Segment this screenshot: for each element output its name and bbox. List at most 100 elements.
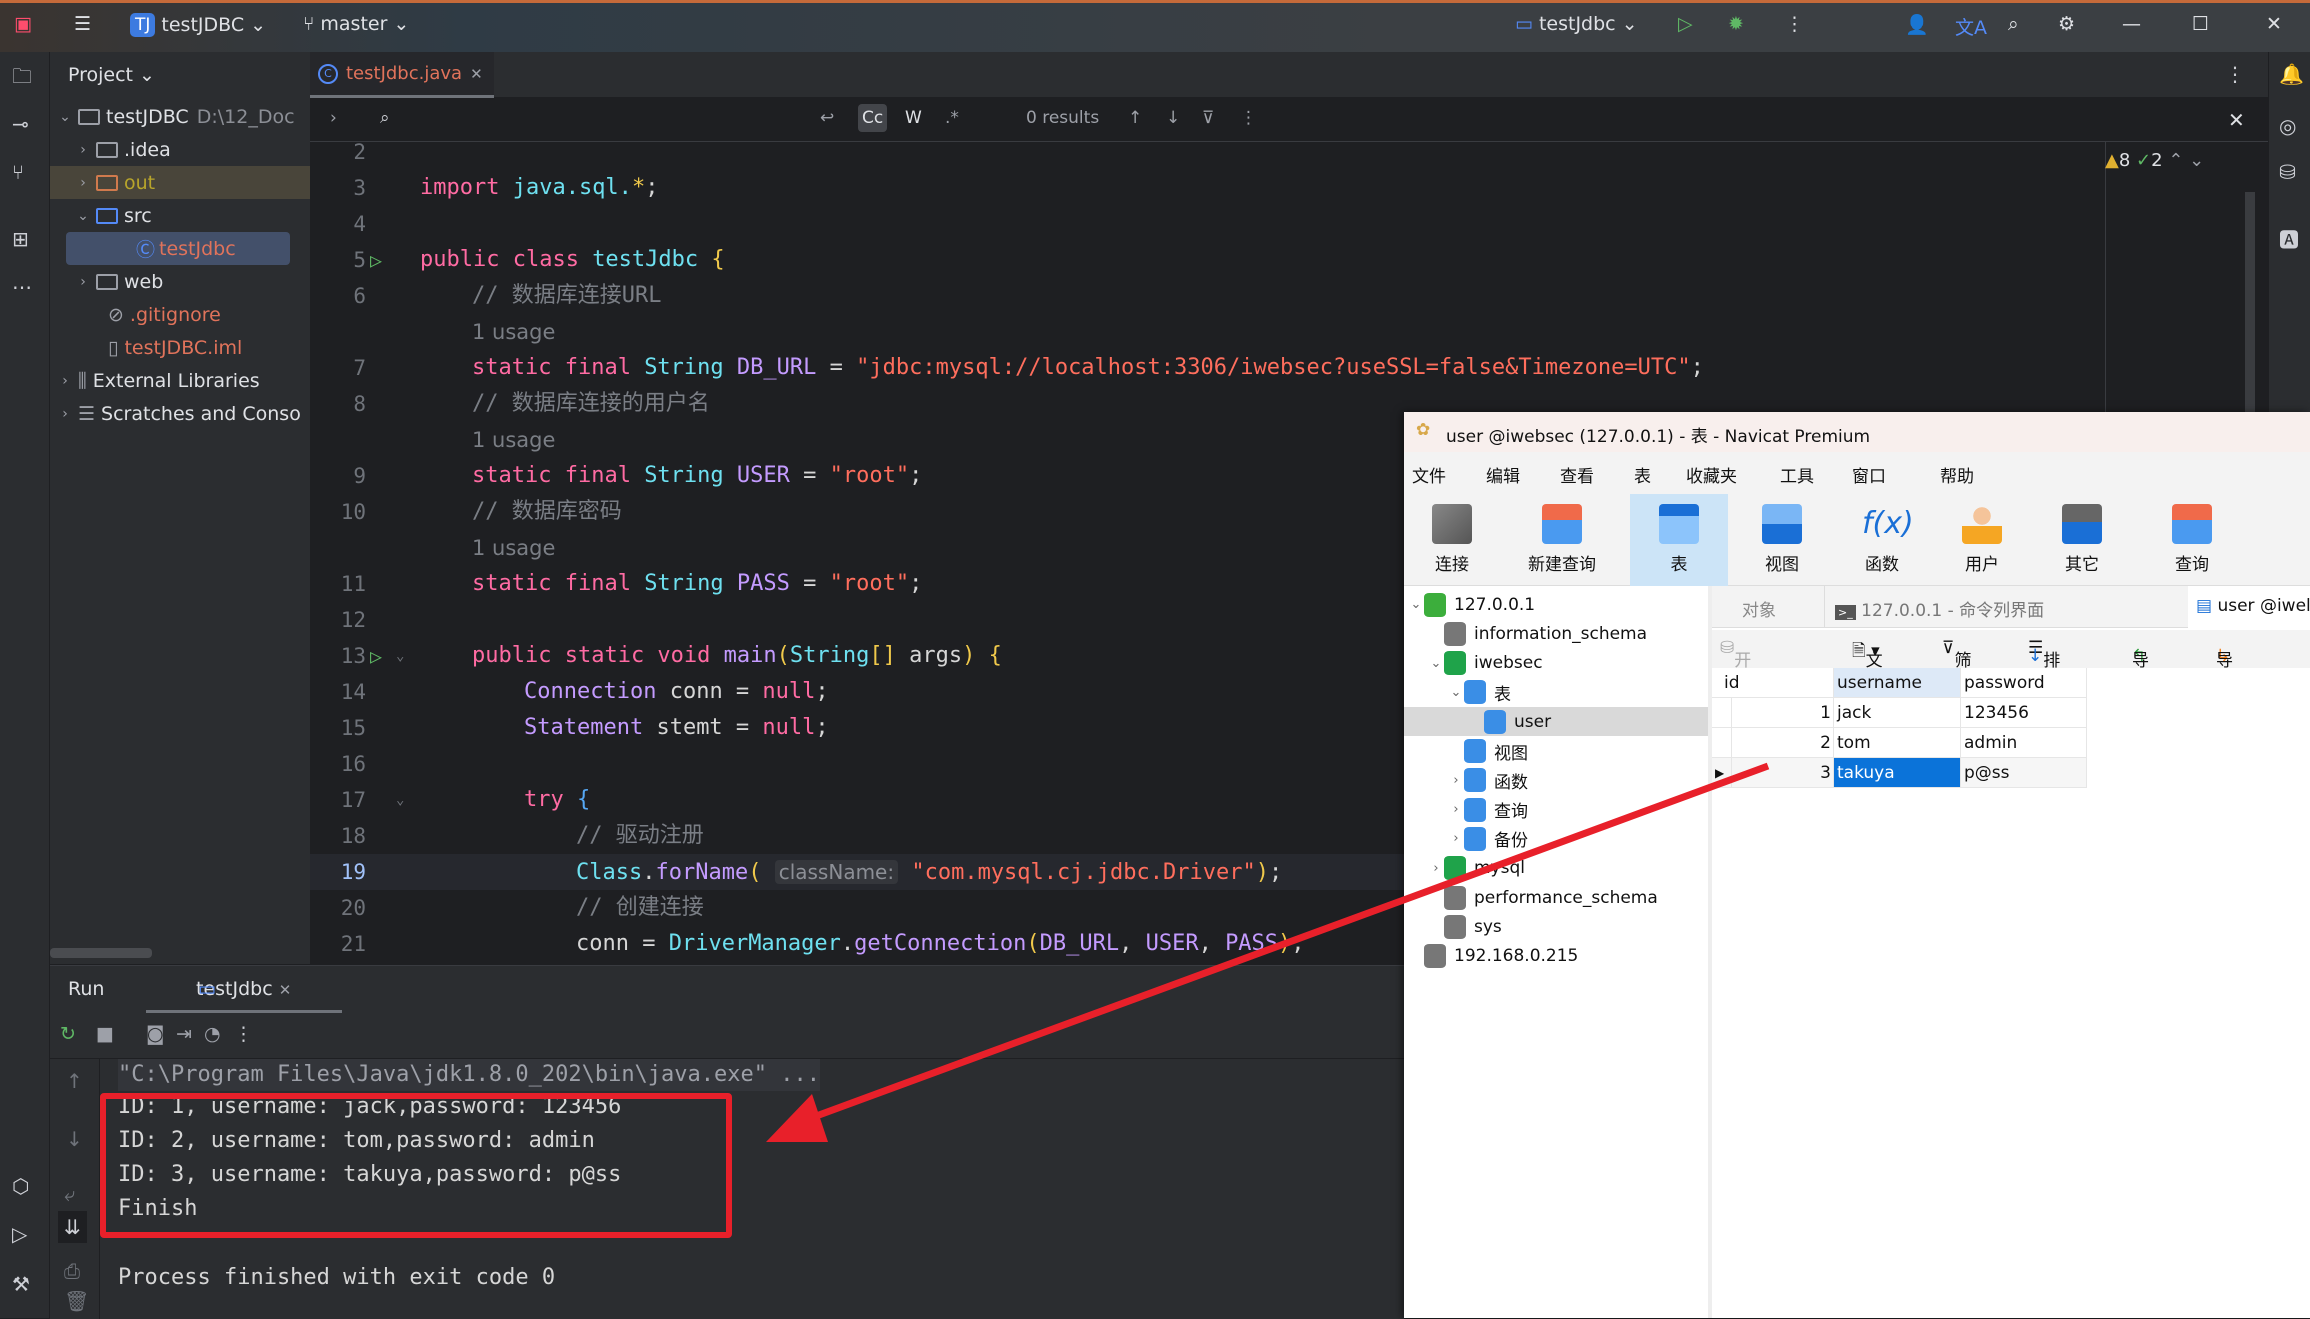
database-icon[interactable]: ⛁ (2279, 160, 2296, 184)
filter-button[interactable]: ⊽筛选 (1942, 638, 1971, 696)
table-row[interactable]: 1 jack 123456 (1712, 698, 2087, 728)
tree-item-iml[interactable]: ▯ testJDBC.iml (50, 331, 310, 364)
match-case-toggle[interactable]: Cc (858, 104, 888, 132)
run-config-selector[interactable]: ▭ testJdbc ⌄ (1515, 13, 1638, 35)
whole-word-toggle[interactable]: W (905, 108, 922, 128)
tree-item-web[interactable]: › web (50, 265, 310, 298)
run-gutter-icon[interactable]: ▷ (370, 638, 382, 674)
translate-icon[interactable]: 文A (1955, 13, 1987, 40)
camera-icon[interactable]: ◙ (146, 1023, 164, 1045)
exit-icon[interactable]: ⇥ (176, 1023, 192, 1045)
tree-item[interactable]: 视图 (1404, 737, 1708, 766)
tab-command-line[interactable]: >_ 127.0.0.1 - 命令列界面 (1824, 586, 2184, 628)
cell-username[interactable]: tom (1834, 728, 1961, 758)
query-button[interactable]: 查询 (2144, 494, 2240, 586)
text-button[interactable]: 🗎文本 ▾ (1852, 638, 1883, 696)
more-icon[interactable]: ⋮ (234, 1023, 253, 1045)
cell-username[interactable]: takuya (1834, 758, 1961, 788)
stop-icon[interactable]: ■ (96, 1023, 114, 1045)
chevron-icon[interactable]: ⌄ (1448, 685, 1464, 700)
run-gutter-icon[interactable]: ▷ (370, 242, 382, 278)
code-line[interactable]: 2 (310, 142, 2268, 170)
more-icon[interactable]: ⋮ (1785, 13, 1804, 35)
chevron-icon[interactable]: › (1448, 831, 1464, 846)
close-tab-icon[interactable]: ✕ (279, 981, 292, 999)
chevron-icon[interactable]: › (1448, 773, 1464, 788)
cell-password[interactable]: 123456 (1961, 698, 2087, 728)
tree-item[interactable]: › 查询 (1404, 795, 1708, 824)
code-line[interactable]: 5 ▷ public class testJdbc { (310, 242, 2268, 278)
code-line[interactable]: 7 static final String DB_URL = "jdbc:mysq… (310, 350, 2268, 386)
multiline-icon[interactable]: ↩ (820, 108, 834, 128)
code-line[interactable]: 4 (310, 206, 2268, 242)
tree-item[interactable]: ⌄ iwebsec (1404, 649, 1708, 678)
row-indicator[interactable] (1712, 728, 1732, 758)
current-row-arrow-icon[interactable]: ▶ (1712, 758, 1732, 788)
begin-transaction-button[interactable]: ⛁ 开始事务 (1720, 638, 1751, 746)
tree-item[interactable]: › mysql (1404, 854, 1708, 883)
print-icon[interactable]: ⎙ (64, 1259, 80, 1283)
run-tool-icon[interactable]: ▷ (12, 1222, 27, 1246)
next-match-icon[interactable]: ↓ (1166, 108, 1180, 128)
tab-user-table[interactable]: ▤ user @iwel (2188, 586, 2310, 628)
connect-button[interactable]: 连接 (1404, 494, 1500, 586)
chevron-icon[interactable]: ⌄ (1428, 656, 1444, 671)
function-button[interactable]: f(x) 函数 (1834, 494, 1930, 586)
scroll-to-end-icon[interactable]: ⇊ (58, 1211, 87, 1243)
menu-table[interactable]: 表 (1634, 462, 1651, 487)
tree-item[interactable]: sys (1404, 912, 1708, 941)
data-grid[interactable]: id username password 1 jack 123456 2 tom adm… (1712, 668, 2310, 1318)
scroll-up-icon[interactable]: ↑ (66, 1069, 83, 1093)
chevron-icon[interactable]: › (1428, 861, 1444, 876)
table-button[interactable]: 表 (1630, 494, 1728, 586)
tree-item-root[interactable]: ⌄ testJDBC D:\12_Doc (50, 100, 310, 133)
profiler-icon[interactable]: ◔ (204, 1023, 221, 1045)
chevron-icon[interactable]: › (1448, 802, 1464, 817)
tree-item[interactable]: performance_schema (1404, 883, 1708, 912)
services-icon[interactable]: ⬡ (12, 1174, 29, 1198)
maximize-button[interactable]: ☐ (2192, 13, 2209, 35)
commit-icon[interactable]: ⊸ (12, 112, 29, 136)
cell-password[interactable]: p@ss (1961, 758, 2087, 788)
tree-item[interactable]: information_schema (1404, 619, 1708, 648)
previous-match-icon[interactable]: ↑ (1128, 108, 1142, 128)
table-row-selected[interactable]: ▶ 3 takuya p@ss (1712, 758, 2087, 788)
code-line[interactable]: 6 // 数据库连接URL (310, 278, 2268, 314)
main-menu-icon[interactable]: ☰ (74, 13, 91, 35)
chevron-icon[interactable]: ⌄ (1408, 597, 1424, 612)
menu-window[interactable]: 窗口 (1852, 462, 1886, 487)
notifications-bell-icon[interactable]: 🔔 (2279, 62, 2304, 86)
tree-item-testjdbc[interactable]: ⒸtestJdbc (66, 232, 290, 265)
tree-item[interactable]: ⌄ 127.0.0.1 (1404, 590, 1708, 619)
usage-hint[interactable]: 1 usage (310, 314, 2268, 350)
project-switcher[interactable]: TJ testJDBC ⌄ (130, 13, 266, 37)
filter-icon[interactable]: ⊽ (1202, 108, 1214, 128)
pull-request-icon[interactable]: ⑂ (12, 160, 24, 184)
cell-id[interactable]: 3 (1732, 758, 1834, 788)
expand-replace-icon[interactable]: › (330, 108, 337, 128)
column-header-username[interactable]: username (1834, 668, 1961, 698)
scroll-down-icon[interactable]: ↓ (66, 1127, 83, 1151)
tree-item-external-libraries[interactable]: › ⫼ External Libraries (50, 364, 310, 397)
other-button[interactable]: 其它 (2034, 494, 2130, 586)
project-panel-title[interactable]: Project ⌄ (68, 64, 155, 86)
tree-item-out[interactable]: › out (50, 166, 310, 199)
tree-item-scratches[interactable]: › ☰ Scratches and Conso (50, 397, 310, 430)
soft-wrap-icon[interactable]: ⤶ (64, 1182, 75, 1206)
view-button[interactable]: 视图 (1734, 494, 1830, 586)
tab-run-testjdbc[interactable]: testJdbc ✕ (146, 966, 342, 1013)
branch-switcher[interactable]: ⑂ master ⌄ (303, 13, 409, 35)
tree-item[interactable]: user (1404, 707, 1708, 737)
new-query-button[interactable]: 新建查询 (1514, 494, 1610, 586)
trash-icon[interactable]: 🗑 (64, 1289, 89, 1313)
tree-item[interactable]: › 备份 (1404, 824, 1708, 853)
fold-chevron-icon[interactable]: ⌄ (396, 638, 404, 674)
menu-favorites[interactable]: 收藏夹 (1686, 462, 1737, 487)
more-icon[interactable]: ⋮ (1240, 108, 1257, 128)
run-button[interactable]: ▷ (1678, 13, 1693, 35)
inspection-widget[interactable]: ▲8 ✓2 ⌃ ⌄ (2105, 150, 2204, 171)
folder-icon[interactable]: 🗀 (12, 62, 32, 96)
menu-view[interactable]: 查看 (1560, 462, 1594, 487)
minimize-button[interactable]: — (2122, 13, 2141, 35)
tree-item-src[interactable]: ⌄ src (50, 199, 310, 232)
